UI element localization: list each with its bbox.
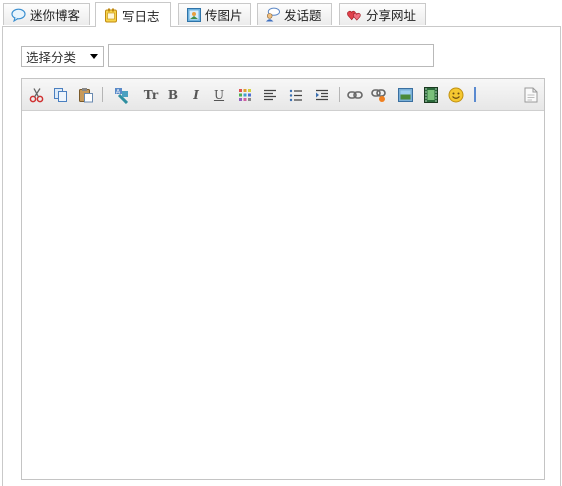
tab-post-topic[interactable]: 发话题: [257, 3, 332, 25]
notepad-icon: [103, 8, 118, 23]
tab-label: 写日志: [122, 8, 160, 24]
toolbar-separator: [102, 87, 103, 102]
tab-label: 发话题: [284, 8, 322, 23]
tab-mini-blog[interactable]: 迷你博客: [3, 3, 90, 25]
picture-icon: [186, 7, 201, 22]
tab-write-journal[interactable]: 写日志: [95, 2, 171, 27]
tab-label: 迷你博客: [30, 8, 81, 23]
category-select[interactable]: 选择分类: [21, 46, 104, 67]
toolbar-separator: [339, 87, 340, 102]
cut-icon[interactable]: [28, 86, 46, 104]
chevron-down-icon: [90, 54, 98, 59]
speech-bubble-icon: [11, 7, 26, 22]
image-icon[interactable]: [396, 86, 414, 104]
hearts-icon: [347, 7, 362, 22]
indent-icon[interactable]: [313, 86, 331, 104]
video-icon[interactable]: [422, 86, 440, 104]
paste-icon[interactable]: [77, 86, 95, 104]
color-palette-icon[interactable]: [236, 86, 254, 104]
unlink-icon[interactable]: [370, 86, 388, 104]
rich-text-editor: A Tr B I U: [21, 78, 545, 480]
tab-share-url[interactable]: 分享网址: [339, 3, 426, 25]
copy-icon[interactable]: [52, 86, 70, 104]
tab-bar: 迷你博客 写日志 传图片 发话题 分享网址: [0, 0, 562, 27]
title-input[interactable]: [108, 44, 434, 67]
tab-label: 传图片: [205, 8, 243, 23]
format-painter-icon[interactable]: A: [113, 86, 131, 104]
discussion-icon: [265, 7, 280, 22]
emoticon-icon[interactable]: [447, 86, 465, 104]
font-size-icon[interactable]: Tr: [141, 86, 161, 104]
editor-content-area[interactable]: [22, 111, 544, 479]
underline-icon[interactable]: U: [210, 86, 228, 104]
toolbar-separator: [474, 87, 476, 102]
editor-toolbar: A Tr B I U: [22, 79, 544, 111]
tab-label: 分享网址: [366, 8, 417, 23]
source-view-icon[interactable]: [522, 86, 540, 104]
link-icon[interactable]: [346, 86, 364, 104]
italic-icon[interactable]: I: [187, 86, 205, 104]
category-select-value: 选择分类: [26, 50, 77, 65]
bold-icon[interactable]: B: [164, 86, 182, 104]
tab-upload-picture[interactable]: 传图片: [178, 3, 251, 25]
bullet-list-icon[interactable]: [287, 86, 305, 104]
align-left-icon[interactable]: [261, 86, 279, 104]
